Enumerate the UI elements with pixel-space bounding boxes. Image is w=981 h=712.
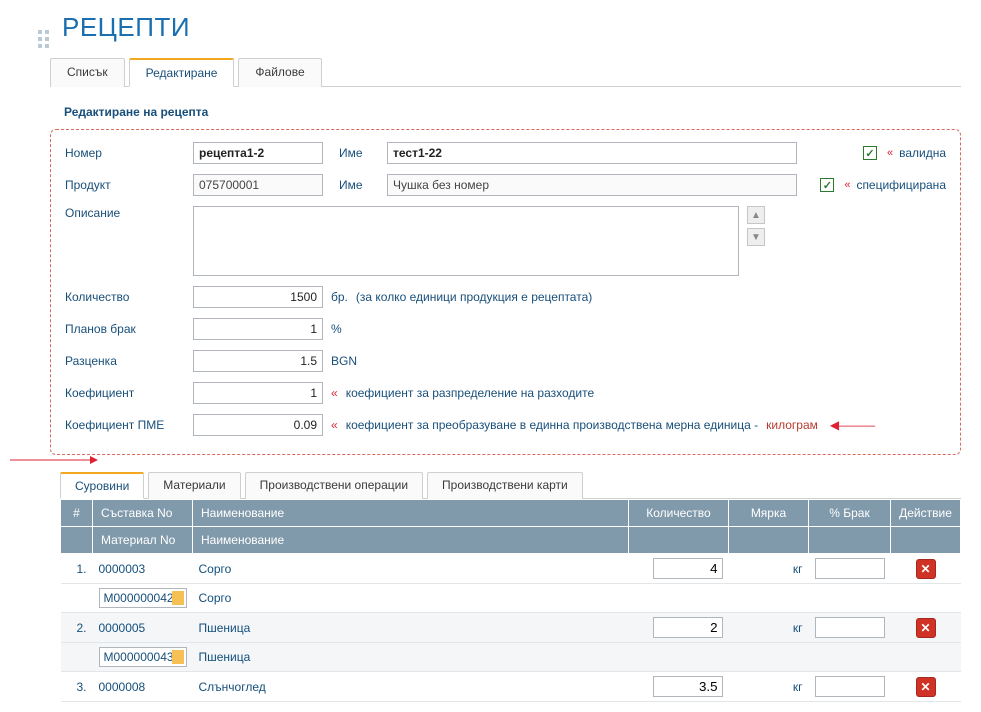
row-index: 1.	[61, 554, 93, 584]
arrow-left-icon	[10, 453, 100, 467]
product-name-input[interactable]	[387, 174, 797, 196]
th-name: Наименование	[193, 500, 629, 527]
qty-input[interactable]	[653, 617, 723, 638]
section-title: Редактиране на рецепта	[64, 105, 961, 119]
label-quantity: Количество	[65, 290, 185, 304]
th-action: Действие	[891, 500, 961, 527]
label-pme: Коефициент ПМЕ	[65, 418, 185, 432]
scrap-input[interactable]	[815, 676, 885, 697]
main-tabs: Списък Редактиране Файлове Редактиране н…	[50, 57, 961, 702]
th-idx: #	[61, 500, 93, 527]
label-scrap: Планов брак	[65, 322, 185, 336]
material-code-picker[interactable]: M000000042	[99, 588, 187, 608]
qty-input[interactable]	[653, 558, 723, 579]
label-rate: Разценка	[65, 354, 185, 368]
scrap-input[interactable]	[815, 617, 885, 638]
scrap-unit: %	[331, 322, 342, 336]
rate-unit: BGN	[331, 354, 357, 368]
coef-input[interactable]	[193, 382, 323, 404]
chev-icon-coef: «	[331, 386, 338, 400]
rate-input[interactable]	[193, 350, 323, 372]
recipe-number-input[interactable]	[193, 142, 323, 164]
recipe-name-input[interactable]	[387, 142, 797, 164]
subtab-ops[interactable]: Производствени операции	[245, 472, 423, 499]
unit-cell: кг	[729, 613, 809, 643]
scrap-input[interactable]	[815, 558, 885, 579]
tab-files[interactable]: Файлове	[238, 58, 321, 87]
arrow-right-icon: ◀———	[830, 418, 875, 432]
table-subrow: M000000042 Сорго	[61, 584, 961, 613]
scroll-down-icon[interactable]: ▼	[747, 228, 765, 246]
subtab-raw[interactable]: Суровини	[60, 472, 144, 499]
material-name-link[interactable]: Пшеница	[199, 650, 251, 664]
pme-hint: коефициент за преобразуване в единна про…	[346, 418, 758, 432]
component-link[interactable]: 0000005	[99, 621, 146, 635]
component-link[interactable]: 0000003	[99, 562, 146, 576]
table-row: 2. 0000005 Пшеница кг ✕	[61, 613, 961, 643]
component-name-link[interactable]: Пшеница	[199, 621, 251, 635]
scroll-up-icon[interactable]: ▲	[747, 206, 765, 224]
tab-edit[interactable]: Редактиране	[129, 58, 235, 87]
unit-cell: кг	[729, 672, 809, 702]
delete-button[interactable]: ✕	[916, 559, 936, 579]
unit-cell: кг	[729, 554, 809, 584]
material-code-picker[interactable]: M000000043	[99, 647, 187, 667]
subtabs: Суровини Материали Производствени операц…	[60, 471, 961, 702]
quantity-unit: бр.	[331, 290, 348, 304]
table-row: 3. 0000008 Слънчоглед кг ✕	[61, 672, 961, 702]
row-index: 3.	[61, 672, 93, 702]
chev-icon-spec: «	[844, 179, 850, 191]
th-matno: Материал No	[93, 527, 193, 554]
table-row: 1. 0000003 Сорго кг ✕	[61, 554, 961, 584]
table-subrow: M000000043 Пшеница	[61, 643, 961, 672]
ingredients-table: # Съставка No Наименование Количество Мя…	[60, 499, 961, 702]
component-name-link[interactable]: Сорго	[199, 562, 232, 576]
label-number: Номер	[65, 146, 185, 160]
material-name-link[interactable]: Сорго	[199, 591, 232, 605]
checkbox-specified[interactable]	[820, 178, 834, 192]
th-unit: Мярка	[729, 500, 809, 527]
label-name-1: Име	[339, 146, 379, 160]
drag-handle	[38, 30, 50, 52]
page-title: РЕЦЕПТИ	[62, 12, 961, 43]
subtab-materials[interactable]: Материали	[148, 472, 240, 499]
th-compno: Съставка No	[93, 500, 193, 527]
row-index: 2.	[61, 613, 93, 643]
label-product: Продукт	[65, 178, 185, 192]
product-code-input[interactable]	[193, 174, 323, 196]
checkbox-valid[interactable]	[863, 146, 877, 160]
delete-button[interactable]: ✕	[916, 677, 936, 697]
quantity-hint: (за колко единици продукция е рецептата)	[356, 290, 592, 304]
label-valid: валидна	[899, 146, 946, 160]
quantity-input[interactable]	[193, 286, 323, 308]
th-scrap: % Брак	[809, 500, 891, 527]
component-name-link[interactable]: Слънчоглед	[199, 680, 266, 694]
description-textarea[interactable]	[193, 206, 739, 276]
chev-icon-valid: «	[887, 147, 893, 159]
tab-list[interactable]: Списък	[50, 58, 125, 87]
pme-unit: килограм	[766, 418, 818, 432]
coef-hint: коефициент за разпределение на разходите	[346, 386, 594, 400]
label-name-2: Име	[339, 178, 379, 192]
pme-input[interactable]	[193, 414, 323, 436]
th-name2: Наименование	[193, 527, 629, 554]
scrap-input[interactable]	[193, 318, 323, 340]
label-coef: Коефициент	[65, 386, 185, 400]
th-qty: Количество	[629, 500, 729, 527]
chev-icon-pme: «	[331, 418, 338, 432]
label-description: Описание	[65, 206, 185, 220]
label-specified: специфицирана	[856, 178, 946, 192]
qty-input[interactable]	[653, 676, 723, 697]
subtab-cards[interactable]: Производствени карти	[427, 472, 583, 499]
delete-button[interactable]: ✕	[916, 618, 936, 638]
form-area: Номер Име « валидна Продукт Име « сп	[50, 129, 961, 455]
component-link[interactable]: 0000008	[99, 680, 146, 694]
